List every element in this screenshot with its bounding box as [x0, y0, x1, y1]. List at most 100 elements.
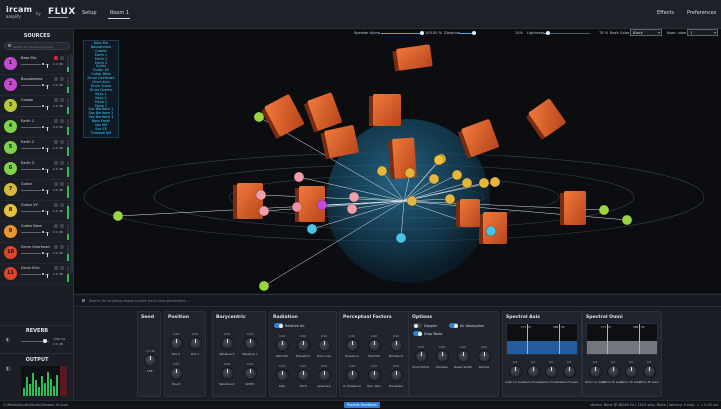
parameter-knob[interactable]: [297, 369, 310, 382]
parameter-knob[interactable]: [346, 369, 359, 382]
parameter-knob[interactable]: [368, 369, 381, 382]
parameter-knob[interactable]: [368, 339, 381, 352]
parameter-knob[interactable]: [244, 367, 257, 380]
doppler-toggle[interactable]: [413, 323, 422, 328]
sound-source[interactable]: [428, 173, 440, 185]
sound-source[interactable]: [406, 195, 418, 207]
solo-button[interactable]: [60, 119, 64, 123]
3d-viewport[interactable]: Speaker Alpha 100.00 % Distance 10% Ligh…: [74, 29, 721, 293]
parameter-knob[interactable]: [221, 367, 234, 380]
mute-button[interactable]: [54, 56, 58, 60]
source-row[interactable]: 11 Drum Kick 0.0 dB: [0, 264, 74, 285]
source-number-badge[interactable]: 10: [4, 246, 17, 259]
lightness-handle[interactable]: [546, 31, 550, 35]
preferences-button[interactable]: Preferences: [687, 10, 716, 16]
source-row[interactable]: 9 Guitar Bass 0.0 dB: [0, 222, 74, 243]
parameter-knob[interactable]: [221, 337, 234, 350]
parameter-knob[interactable]: [527, 365, 540, 378]
sound-source[interactable]: [395, 232, 407, 244]
solo-button[interactable]: [60, 266, 64, 270]
parameter-knob[interactable]: [415, 350, 428, 363]
source-list-scrollbar[interactable]: [70, 54, 73, 274]
solo-button[interactable]: [60, 224, 64, 228]
source-number-badge[interactable]: 4: [4, 120, 17, 133]
parameter-knob[interactable]: [457, 350, 470, 363]
speaker-box[interactable]: [392, 44, 433, 72]
parameter-knob[interactable]: [318, 369, 331, 382]
source-number-badge[interactable]: 11: [4, 267, 17, 280]
source-row[interactable]: 10 Drum Overhead 0.0 dB: [0, 243, 74, 264]
sound-source[interactable]: [598, 204, 610, 216]
parameter-knob[interactable]: [189, 337, 202, 350]
air-absorption-toggle[interactable]: [449, 323, 458, 328]
source-gain-handle[interactable]: [41, 125, 49, 131]
speaker-box[interactable]: [560, 191, 586, 225]
sound-source[interactable]: [306, 223, 318, 235]
source-row[interactable]: 1 Bass Mic 0.0 dB: [0, 54, 74, 75]
mute-button[interactable]: [54, 266, 58, 270]
source-gain-handle[interactable]: [41, 83, 49, 89]
source-gain-handle[interactable]: [41, 251, 49, 257]
provide-feedback-button[interactable]: Provide Feedback: [344, 402, 380, 408]
parameter-knob[interactable]: [170, 367, 183, 380]
parameter-knob[interactable]: [643, 365, 656, 378]
source-number-badge[interactable]: 7: [4, 183, 17, 196]
source-gain-handle[interactable]: [41, 146, 49, 152]
speaker-alpha-slider[interactable]: [381, 33, 423, 34]
source-row[interactable]: 5 Earth 2 0.0 dB: [0, 138, 74, 159]
speaker-box[interactable]: [525, 98, 567, 140]
solo-button[interactable]: [60, 182, 64, 186]
parameter-knob[interactable]: [297, 339, 310, 352]
parameter-knob[interactable]: [276, 339, 289, 352]
sound-source[interactable]: [621, 214, 633, 226]
setup-tab[interactable]: Setup: [82, 10, 97, 16]
sound-source[interactable]: [478, 177, 490, 189]
source-number-badge[interactable]: 1: [4, 57, 17, 70]
sound-source[interactable]: [461, 177, 473, 189]
parameter-search[interactable]: Search for anything about current track …: [74, 294, 721, 307]
parameter-knob[interactable]: [144, 354, 157, 367]
solo-button[interactable]: [60, 245, 64, 249]
parameter-knob[interactable]: [244, 337, 257, 350]
source-number-badge[interactable]: 6: [4, 162, 17, 175]
solo-button[interactable]: [60, 98, 64, 102]
mute-button[interactable]: [54, 98, 58, 102]
source-row[interactable]: 8 Guitar XY 0.0 dB: [0, 201, 74, 222]
sound-source[interactable]: [433, 154, 445, 166]
sound-source[interactable]: [253, 111, 265, 123]
parameter-knob[interactable]: [318, 339, 331, 352]
sound-source[interactable]: [255, 189, 267, 201]
room-tab[interactable]: Room 1: [110, 10, 129, 16]
sound-source[interactable]: [258, 205, 270, 217]
source-search-input[interactable]: Search for source or group: [4, 42, 70, 50]
mute-button[interactable]: [54, 245, 58, 249]
source-number-badge[interactable]: 2: [4, 78, 17, 91]
sound-source[interactable]: [258, 280, 270, 292]
source-row[interactable]: 2 Bouzandara 0.0 dB: [0, 75, 74, 96]
mute-button[interactable]: [54, 119, 58, 123]
parameter-knob[interactable]: [436, 350, 449, 363]
relative-direction-toggle[interactable]: [274, 323, 283, 328]
source-gain-handle[interactable]: [41, 209, 49, 215]
source-row[interactable]: 3 Cowbe 0.0 dB: [0, 96, 74, 117]
speaker-box[interactable]: [233, 183, 263, 219]
speaker-box[interactable]: [456, 199, 480, 227]
source-gain-handle[interactable]: [41, 62, 49, 68]
parameter-knob[interactable]: [589, 365, 602, 378]
parameter-knob[interactable]: [390, 339, 403, 352]
num-view-select[interactable]: 1 ▾: [687, 29, 718, 36]
source-number-badge[interactable]: 5: [4, 141, 17, 154]
source-row[interactable]: 6 Earth 3 0.0 dB: [0, 159, 74, 180]
source-gain-handle[interactable]: [41, 167, 49, 173]
eq-graph[interactable]: 177 Hz 5867 Hz: [506, 323, 578, 355]
reverb-slider-handle[interactable]: [42, 339, 47, 343]
source-number-badge[interactable]: 3: [4, 99, 17, 112]
back-color-select[interactable]: Black ▾: [630, 29, 662, 36]
parameter-knob[interactable]: [545, 365, 558, 378]
solo-button[interactable]: [60, 161, 64, 165]
source-row[interactable]: 7 Guitar 0.0 dB: [0, 180, 74, 201]
parameter-knob[interactable]: [607, 365, 620, 378]
mute-button[interactable]: [54, 182, 58, 186]
speaker-box[interactable]: [303, 92, 342, 133]
sound-source[interactable]: [404, 167, 416, 179]
